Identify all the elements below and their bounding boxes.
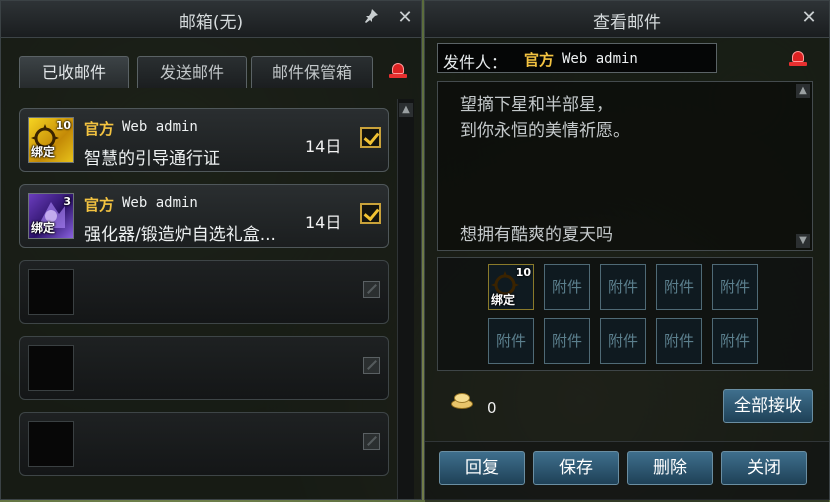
empty-item-slot	[28, 421, 74, 467]
sender-label: 发件人：	[443, 53, 508, 72]
sender-name: Web admin	[562, 51, 638, 67]
mail-item-icon: 10 绑定	[28, 117, 74, 163]
item-count: 10	[55, 119, 71, 132]
attachment-slot: 附件	[544, 318, 590, 364]
inbox-title: 邮箱(无)	[178, 13, 244, 33]
pin-icon[interactable]	[361, 8, 381, 28]
view-mail-titlebar[interactable]: 查看邮件 ✕	[425, 1, 829, 38]
item-bound-tag: 绑定	[31, 221, 56, 235]
attachment-slot: 附件	[656, 318, 702, 364]
tab-sent[interactable]: 发送邮件	[137, 56, 247, 88]
scroll-down-icon[interactable]: ▼	[796, 234, 810, 248]
view-mail-window: 查看邮件 ✕ 发件人： 官方 Web admin 望摘下星和半部星， 到你永恒的…	[424, 0, 830, 502]
item-bound-tag: 绑定	[491, 293, 516, 307]
item-count: 10	[515, 266, 531, 279]
close-icon[interactable]: ✕	[395, 8, 415, 28]
mail-body-text: 望摘下星和半部星， 到你永恒的美情祈愿。 想拥有酷爽的夏天吗	[460, 95, 630, 245]
attachment-slot: 附件	[488, 318, 534, 364]
tab-storage[interactable]: 邮件保管箱	[251, 56, 373, 88]
sender-tag: 官方	[84, 196, 115, 214]
attachment-slot: 附件	[712, 318, 758, 364]
sender-tag: 官方	[84, 120, 115, 138]
save-button[interactable]: 保存	[533, 451, 619, 485]
scroll-up-icon[interactable]: ▲	[399, 103, 413, 117]
mail-subject: 强化器/锻造炉自选礼盒...	[84, 225, 276, 245]
mail-item[interactable]: 3 绑定 官方 Web admin 强化器/锻造炉自选礼盒... 14日	[19, 184, 389, 248]
receive-all-button[interactable]: 全部接收	[723, 389, 813, 423]
alarm-bell-icon[interactable]	[389, 61, 407, 79]
empty-mail-slot	[19, 336, 389, 400]
attachment-slot: 附件	[600, 264, 646, 310]
empty-mail-slot	[19, 412, 389, 476]
view-mail-title: 查看邮件	[593, 13, 661, 33]
attachment-slot: 附件	[544, 264, 590, 310]
close-button[interactable]: 关闭	[721, 451, 807, 485]
inbox-window: 邮箱(无) ✕ 已收邮件 发送邮件 邮件保管箱 ▲ 10 绑定 官方 Web a…	[0, 0, 422, 500]
mail-item[interactable]: 10 绑定 官方 Web admin 智慧的引导通行证 14日	[19, 108, 389, 172]
attachment-slot: 附件	[712, 264, 758, 310]
mail-days-left: 14日	[305, 213, 342, 232]
attachments-panel: 10 绑定 附件 附件 附件 附件 附件 附件 附件 附件 附件	[437, 257, 813, 371]
inbox-scrollbar[interactable]: ▲	[397, 99, 414, 499]
empty-item-slot	[28, 345, 74, 391]
attachment-slot: 附件	[600, 318, 646, 364]
inbox-titlebar[interactable]: 邮箱(无) ✕	[1, 1, 421, 38]
scroll-up-icon[interactable]: ▲	[796, 84, 810, 98]
mail-checkbox[interactable]	[360, 203, 381, 224]
close-icon[interactable]: ✕	[799, 8, 819, 28]
mail-checkbox[interactable]	[360, 127, 381, 148]
item-count: 3	[63, 195, 71, 208]
delete-button[interactable]: 删除	[627, 451, 713, 485]
mail-checkbox-disabled	[363, 433, 380, 450]
sender-name: Web admin	[122, 119, 198, 135]
tab-received[interactable]: 已收邮件	[19, 56, 129, 88]
sender-field: 发件人： 官方 Web admin	[437, 43, 717, 73]
attachment-slot: 附件	[656, 264, 702, 310]
sender-name: Web admin	[122, 195, 198, 211]
empty-mail-slot	[19, 260, 389, 324]
alarm-bell-icon[interactable]	[789, 49, 807, 67]
reply-button[interactable]: 回复	[439, 451, 525, 485]
mail-checkbox-disabled	[363, 357, 380, 374]
mail-subject: 智慧的引导通行证	[84, 149, 220, 169]
attachment-item[interactable]: 10 绑定	[488, 264, 534, 310]
gold-amount: 0	[487, 399, 497, 417]
empty-item-slot	[28, 269, 74, 315]
mail-days-left: 14日	[305, 137, 342, 156]
mail-body: 望摘下星和半部星， 到你永恒的美情祈愿。 想拥有酷爽的夏天吗 ▲ ▼	[437, 81, 813, 251]
sender-tag: 官方	[524, 51, 555, 69]
mail-item-icon: 3 绑定	[28, 193, 74, 239]
mail-checkbox-disabled	[363, 281, 380, 298]
gold-coin-icon	[449, 391, 473, 409]
item-bound-tag: 绑定	[31, 145, 56, 159]
